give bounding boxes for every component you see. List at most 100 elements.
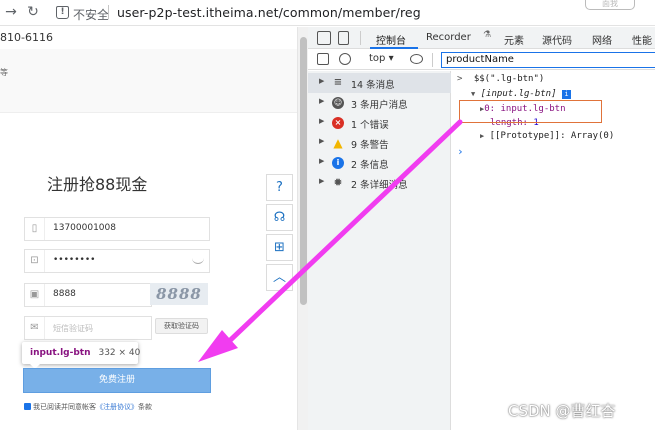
insecure-warning-icon[interactable]: ! bbox=[56, 6, 69, 19]
context-value: top bbox=[369, 53, 386, 64]
prompt-chevron-icon: > bbox=[457, 74, 463, 84]
context-select[interactable]: top ▾ bbox=[369, 53, 394, 64]
sidebar-item-messages[interactable]: ▶ ≡ 14 条消息 bbox=[308, 73, 451, 93]
sidebar-item-verbose[interactable]: ▶ ✹ 2 条详细消息 bbox=[308, 173, 451, 193]
inspect-tooltip: input.lg-btn 332 × 40 bbox=[22, 342, 141, 364]
result-array: [input.lg-btn] bbox=[480, 89, 557, 99]
back-to-top-icon[interactable]: ︿ bbox=[266, 264, 293, 291]
sidebar-label: 9 条警告 bbox=[351, 140, 389, 151]
header-band-text: 等 bbox=[0, 68, 8, 77]
side-toolbar: ? ☊ ⊞ ︿ bbox=[266, 174, 295, 294]
register-title: 注册抢88现金 bbox=[47, 175, 148, 194]
clear-console-icon[interactable] bbox=[339, 53, 351, 65]
lock-icon: ⊡ bbox=[25, 250, 45, 272]
recorder-flask-icon: ⚗ bbox=[483, 30, 492, 40]
page-header-band: 等 bbox=[0, 49, 297, 113]
warning-icon: ▲ bbox=[333, 136, 343, 150]
highlight-box bbox=[459, 100, 602, 123]
devtools-panel: 控制台 Recorder ⚗ 元素 源代码 网络 性能 top ▾ produc… bbox=[308, 27, 655, 430]
info-icon: i bbox=[332, 157, 344, 169]
phone-icon: ▯ bbox=[25, 218, 45, 240]
sidebar-item-errors[interactable]: ▶ × 1 个错误 bbox=[308, 113, 451, 133]
tab-elements[interactable]: 元素 bbox=[504, 32, 524, 47]
devtools-tab-bar: 控制台 Recorder ⚗ 元素 源代码 网络 性能 bbox=[308, 27, 655, 49]
console-result-head[interactable]: ▼ [input.lg-btn] i bbox=[471, 89, 571, 99]
phone-value: 13700001008 bbox=[53, 223, 116, 233]
forward-icon[interactable]: → bbox=[2, 3, 20, 21]
eye-closed-icon[interactable] bbox=[192, 257, 204, 264]
csdn-watermark: CSDN @曹红杏 bbox=[508, 402, 616, 420]
user-icon: ☺ bbox=[332, 97, 344, 109]
console-toolbar: top ▾ productName bbox=[308, 50, 655, 70]
sidebar-label: 1 个错误 bbox=[351, 120, 389, 131]
captcha-image[interactable]: 8888 bbox=[150, 283, 208, 305]
phone-field[interactable]: ▯ 13700001008 bbox=[24, 217, 210, 241]
console-filter-input[interactable]: productName bbox=[441, 52, 655, 68]
sidebar-label: 14 条消息 bbox=[351, 80, 395, 91]
console-proto-line[interactable]: ▶ [[Prototype]]: Array(0) bbox=[480, 131, 614, 141]
sidebar-label: 2 条详细消息 bbox=[351, 180, 408, 191]
top-right-button[interactable]: 面我 bbox=[585, 0, 635, 10]
sidebar-item-user-messages[interactable]: ▶ ☺ 3 条用户消息 bbox=[308, 93, 451, 113]
active-tab-indicator bbox=[370, 47, 418, 49]
help-icon[interactable]: ? bbox=[266, 174, 293, 201]
agreement-row: 我已阅读并同意帐客《注册协议》条款 bbox=[24, 402, 152, 412]
expand-triangle-icon[interactable]: ▶ bbox=[480, 132, 484, 140]
collapse-triangle-icon[interactable]: ▼ bbox=[471, 90, 475, 98]
hotline-text: 810-6116 bbox=[0, 31, 53, 44]
live-expression-eye-icon[interactable] bbox=[410, 54, 423, 64]
list-icon: ≡ bbox=[333, 77, 343, 88]
sidebar-item-info[interactable]: ▶ i 2 条信息 bbox=[308, 153, 451, 173]
sidebar-label: 2 条信息 bbox=[351, 160, 389, 171]
page-scrollbar[interactable] bbox=[297, 27, 308, 430]
agree-suffix: 条款 bbox=[138, 403, 152, 411]
expand-triangle-icon[interactable]: ▶ bbox=[319, 97, 324, 105]
scrollbar-thumb[interactable] bbox=[300, 37, 307, 305]
reload-icon[interactable]: ↻ bbox=[24, 3, 42, 21]
tooltip-size: 332 × 40 bbox=[98, 348, 141, 358]
console-sidebar: ▶ ≡ 14 条消息 ▶ ☺ 3 条用户消息 ▶ × 1 个错误 ▶ ▲ 9 条… bbox=[308, 71, 451, 430]
expand-triangle-icon[interactable]: ▶ bbox=[319, 137, 324, 145]
sidebar-label: 3 条用户消息 bbox=[351, 100, 408, 111]
sms-code-field[interactable]: ✉ 短信验证码 bbox=[24, 316, 152, 340]
url-separator bbox=[108, 5, 109, 19]
tab-sources[interactable]: 源代码 bbox=[542, 32, 572, 47]
sms-placeholder: 短信验证码 bbox=[53, 324, 93, 333]
captcha-field[interactable]: ▣ 8888 bbox=[24, 283, 152, 307]
screenshot-root: → ↻ ! 不安全 user-p2p-test.itheima.net/comm… bbox=[0, 0, 655, 430]
web-page: 810-6116 等 注册抢88现金 ▯ 13700001008 ⊡ •••••… bbox=[0, 27, 297, 430]
password-field[interactable]: ⊡ •••••••• bbox=[24, 249, 210, 273]
url-field[interactable]: user-p2p-test.itheima.net/common/member/… bbox=[117, 5, 421, 20]
sidebar-toggle-icon[interactable] bbox=[317, 53, 329, 65]
expand-triangle-icon[interactable]: ▶ bbox=[319, 117, 324, 125]
tab-network[interactable]: 网络 bbox=[592, 32, 612, 47]
tab-performance[interactable]: 性能 bbox=[632, 32, 652, 47]
sms-icon: ✉ bbox=[25, 317, 45, 339]
get-sms-code-button[interactable]: 获取验证码 bbox=[155, 318, 208, 334]
captcha-value: 8888 bbox=[53, 289, 76, 299]
agree-checkbox[interactable] bbox=[24, 403, 31, 410]
free-register-button[interactable]: 免费注册 bbox=[23, 368, 211, 393]
insecure-label[interactable]: 不安全 bbox=[73, 6, 109, 23]
console-output[interactable]: > $$(".lg-btn") ▼ [input.lg-btn] i ▶0: i… bbox=[452, 71, 655, 430]
expand-triangle-icon[interactable]: ▶ bbox=[319, 177, 324, 185]
password-value: •••••••• bbox=[53, 255, 96, 265]
device-toolbar-icon[interactable] bbox=[338, 31, 349, 45]
expand-triangle-icon[interactable]: ▶ bbox=[319, 77, 324, 85]
console-command-line: > $$(".lg-btn") bbox=[457, 74, 544, 84]
console-input-caret-icon[interactable]: › bbox=[457, 145, 464, 158]
bug-icon: ✹ bbox=[333, 176, 343, 189]
sidebar-item-warnings[interactable]: ▶ ▲ 9 条警告 bbox=[308, 133, 451, 153]
tooltip-selector: input.lg-btn bbox=[30, 348, 91, 358]
tab-console[interactable]: 控制台 bbox=[376, 32, 406, 47]
info-badge-icon: i bbox=[561, 90, 571, 99]
calculator-icon[interactable]: ⊞ bbox=[266, 234, 293, 261]
browser-address-bar: → ↻ ! 不安全 user-p2p-test.itheima.net/comm… bbox=[0, 0, 655, 26]
error-icon: × bbox=[332, 117, 344, 129]
inspect-element-icon[interactable] bbox=[317, 31, 331, 45]
tab-recorder[interactable]: Recorder bbox=[426, 32, 471, 43]
agreement-link[interactable]: 《注册协议》 bbox=[96, 403, 138, 411]
headset-icon[interactable]: ☊ bbox=[266, 204, 293, 231]
image-icon: ▣ bbox=[25, 284, 45, 306]
expand-triangle-icon[interactable]: ▶ bbox=[319, 157, 324, 165]
